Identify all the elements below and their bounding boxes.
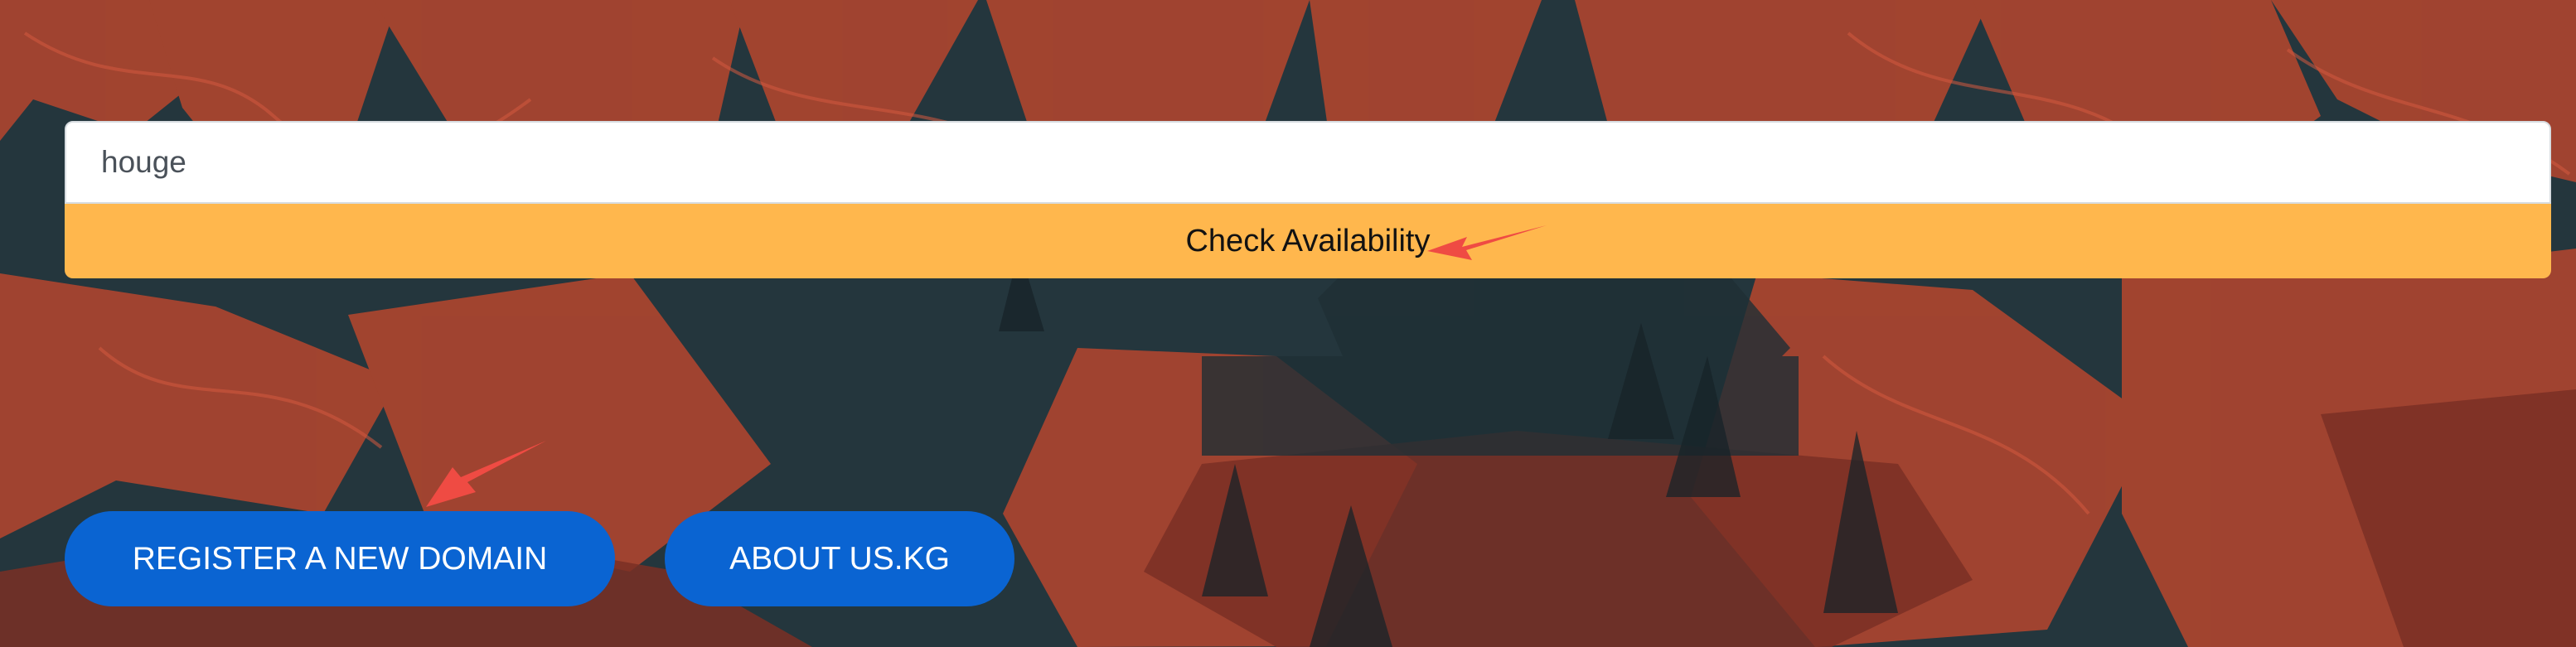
- domain-search-form: Check Availability: [65, 121, 2551, 278]
- register-domain-button[interactable]: REGISTER A NEW DOMAIN: [65, 511, 615, 606]
- about-button[interactable]: ABOUT US.KG: [665, 511, 1014, 606]
- check-availability-button[interactable]: Check Availability: [65, 204, 2551, 278]
- domain-search-input[interactable]: [65, 121, 2551, 204]
